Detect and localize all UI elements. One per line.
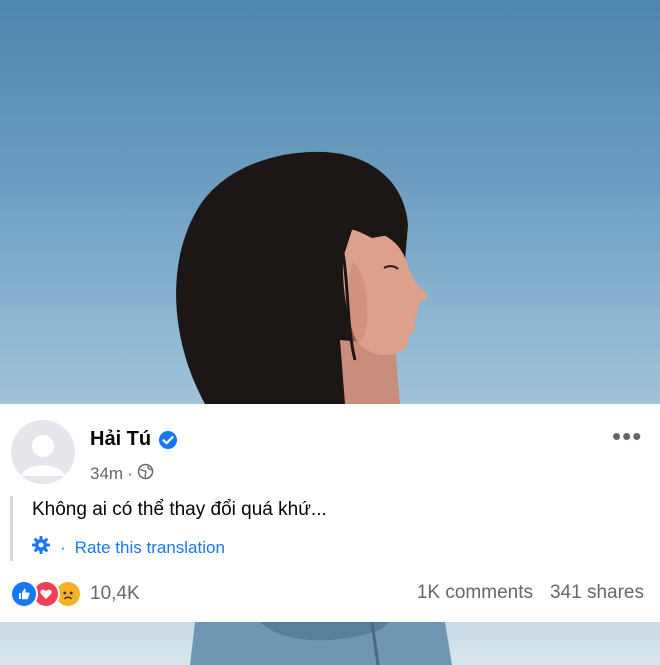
post-content: Không ai có thể thay đổi quá khứ... · Ra… (10, 496, 413, 561)
reactions-summary[interactable]: 10,4K (10, 580, 140, 608)
translation-separator: · (60, 537, 66, 557)
post-photo[interactable] (0, 0, 660, 404)
gear-icon[interactable] (31, 535, 51, 560)
comments-count[interactable]: 1K comments (417, 582, 533, 604)
post-card: Hải Tú 34m · ••• Không ai có thể thay đổ… (0, 404, 660, 622)
avatar[interactable] (11, 420, 75, 484)
author-name[interactable]: Hải Tú (90, 428, 151, 451)
post-meta: 34m · (90, 463, 154, 485)
like-icon (10, 580, 38, 608)
default-avatar-icon (21, 435, 65, 476)
shares-count[interactable]: 341 shares (550, 582, 644, 604)
reactions-count[interactable]: 10,4K (90, 583, 140, 605)
verified-badge-icon (158, 430, 178, 450)
post-timestamp[interactable]: 34m (90, 464, 123, 484)
post-stats: 1K comments 341 shares (417, 582, 644, 604)
photo-bottom-illustration (190, 622, 452, 665)
author-row: Hải Tú (90, 428, 178, 451)
translation-row: · Rate this translation (31, 535, 225, 560)
post-photo-bottom (0, 622, 660, 665)
more-options-button[interactable]: ••• (612, 423, 642, 449)
meta-separator: · (127, 464, 133, 483)
rate-translation-link[interactable]: Rate this translation (75, 538, 225, 558)
post-text: Không ai có thể thay đổi quá khứ... (32, 499, 327, 520)
globe-icon[interactable] (137, 463, 154, 485)
photo-illustration (176, 151, 428, 404)
